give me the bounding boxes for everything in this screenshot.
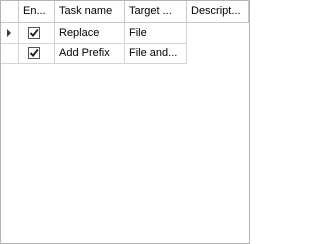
enabled-checkbox[interactable] [28, 27, 40, 39]
target-cell[interactable]: File and... [125, 43, 187, 63]
checkmark-icon [29, 49, 39, 57]
table-row[interactable]: Replace File [1, 23, 187, 44]
current-row-arrow-icon [7, 29, 11, 37]
row-indicator-header [1, 1, 19, 22]
task-name-cell[interactable]: Replace [55, 23, 125, 43]
task-name-cell[interactable]: Add Prefix [55, 43, 125, 63]
row-indicator [1, 43, 19, 63]
task-grid: En... Task name Target ... Descript... R… [0, 0, 250, 244]
column-header-target[interactable]: Target ... [125, 1, 187, 22]
checkmark-icon [29, 29, 39, 37]
column-header-description[interactable]: Descript... [187, 1, 249, 22]
grid-header-row: En... Task name Target ... Descript... [1, 1, 249, 23]
column-header-enabled[interactable]: En... [19, 1, 55, 22]
row-indicator [1, 23, 19, 43]
enabled-cell[interactable] [19, 23, 55, 43]
table-row[interactable]: Add Prefix File and... [1, 43, 187, 64]
enabled-checkbox[interactable] [28, 47, 40, 59]
enabled-cell[interactable] [19, 43, 55, 63]
target-cell[interactable]: File [125, 23, 187, 43]
column-header-task-name[interactable]: Task name [55, 1, 125, 22]
